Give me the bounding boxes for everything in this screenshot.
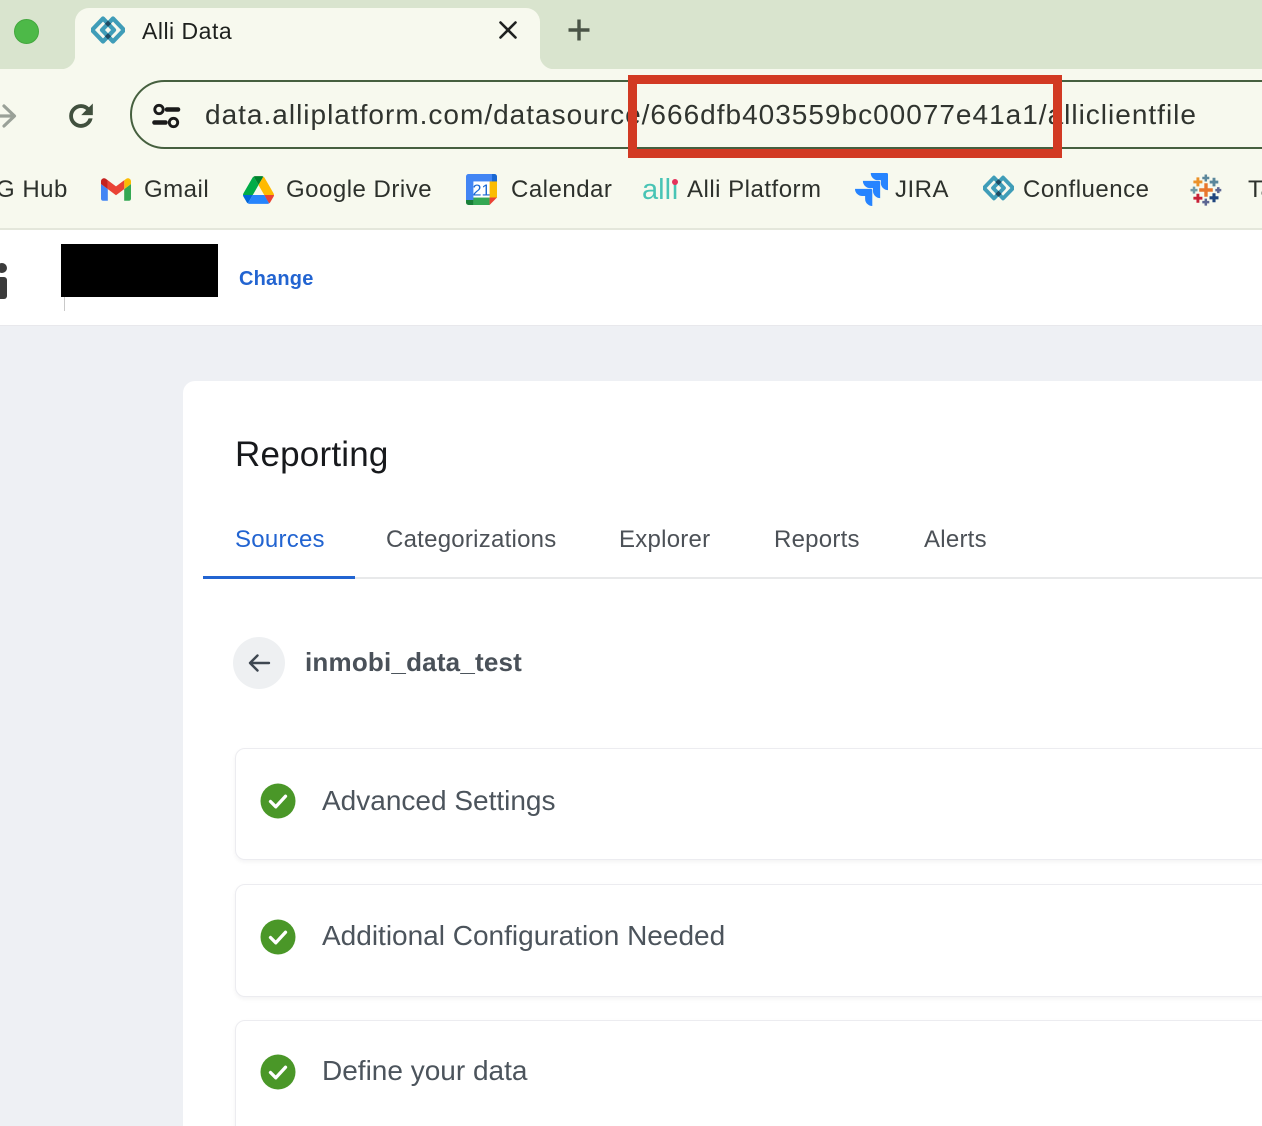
svg-text:21: 21 bbox=[473, 181, 491, 199]
